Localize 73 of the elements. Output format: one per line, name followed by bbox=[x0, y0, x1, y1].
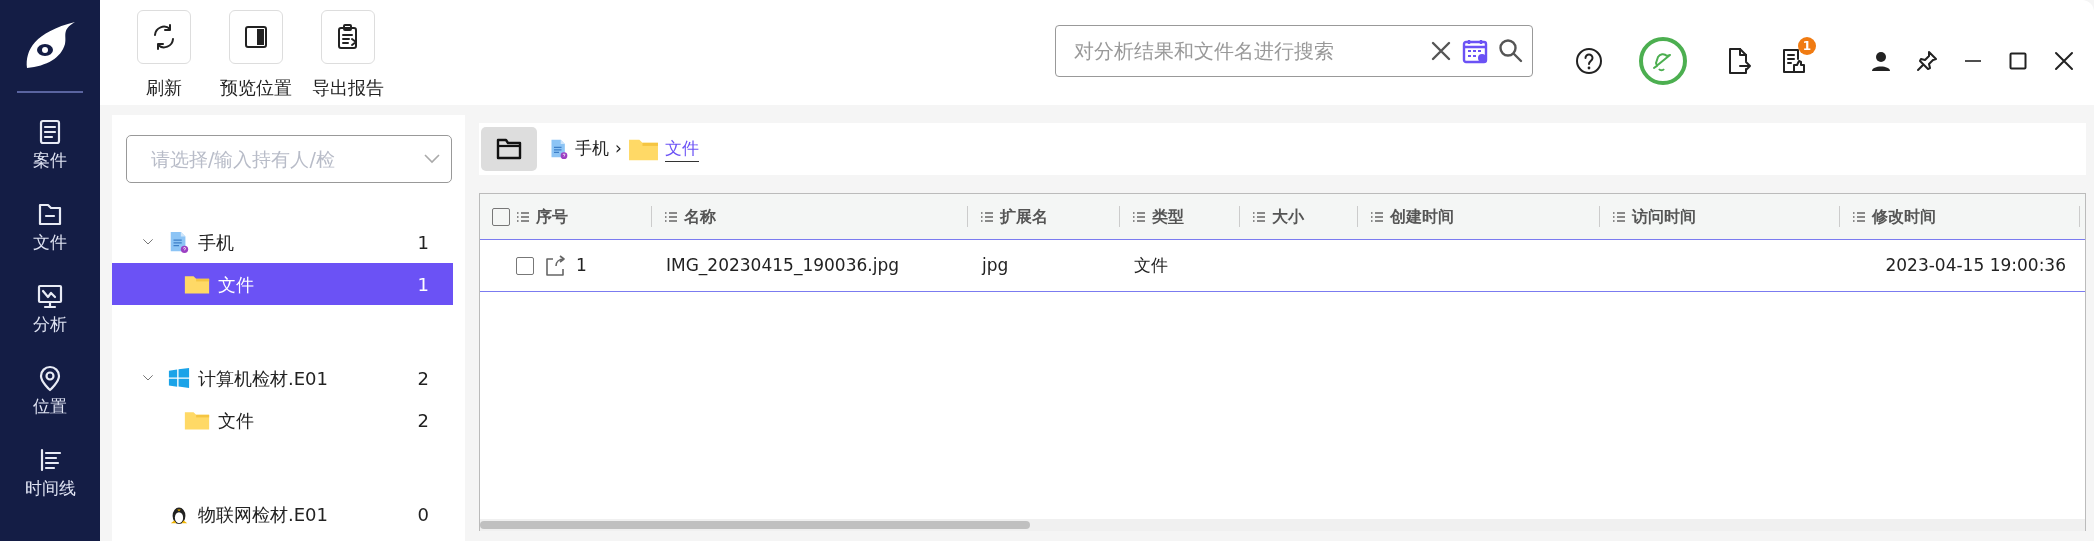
close-icon bbox=[2054, 51, 2074, 71]
list-icon bbox=[664, 210, 678, 223]
column-header[interactable]: 扩展名 bbox=[968, 194, 1120, 239]
windows-icon bbox=[168, 367, 190, 389]
export-button[interactable] bbox=[1726, 47, 1752, 75]
help-icon bbox=[1575, 47, 1603, 75]
column-header[interactable]: 修改时间 bbox=[1840, 194, 2080, 239]
column-header[interactable]: 名称 bbox=[652, 194, 968, 239]
scrollbar-thumb[interactable] bbox=[480, 521, 1030, 529]
folder-button[interactable] bbox=[481, 127, 537, 171]
table-cell-text: IMG_20230415_190036.jpg bbox=[666, 253, 899, 278]
calendar-icon[interactable] bbox=[1462, 38, 1488, 64]
breadcrumb-link[interactable]: 文件 bbox=[664, 135, 699, 163]
close-button[interactable] bbox=[2054, 51, 2074, 71]
tree-item[interactable]: 文件 2 bbox=[112, 399, 453, 441]
nav-item[interactable]: 位置 bbox=[0, 351, 100, 433]
account-button[interactable] bbox=[1870, 50, 1892, 72]
table-cell-text: jpg bbox=[982, 253, 1009, 277]
tree-item[interactable]: 计算机检材.E01 2 bbox=[112, 357, 453, 399]
column-header[interactable]: 创建时间 bbox=[1358, 194, 1600, 239]
nav-item[interactable]: 案件 bbox=[0, 105, 100, 187]
search-box[interactable]: 对分析结果和文件名进行搜索 bbox=[1055, 25, 1533, 77]
count-badge: 1 bbox=[1798, 37, 1816, 55]
list-icon bbox=[1252, 210, 1266, 223]
chevron-down-icon bbox=[423, 153, 441, 165]
file-export-icon bbox=[1726, 47, 1752, 75]
nav-item[interactable]: 分析 bbox=[0, 269, 100, 351]
list-icon bbox=[1132, 210, 1146, 223]
table-cell-text: 2023-04-15 19:00:36 bbox=[1885, 253, 2066, 277]
list-icon bbox=[516, 210, 530, 223]
tree-item[interactable]: 手机 1 bbox=[112, 221, 453, 263]
maximize-button[interactable] bbox=[2008, 51, 2028, 71]
list-icon bbox=[1852, 210, 1866, 223]
minimize-button[interactable] bbox=[1964, 60, 1982, 62]
select-all-checkbox[interactable] bbox=[492, 207, 510, 226]
column-header[interactable]: 访问时间 bbox=[1600, 194, 1840, 239]
breadcrumb-separator: › bbox=[615, 137, 622, 161]
maximize-icon bbox=[2008, 51, 2028, 71]
column-header[interactable]: 大小 bbox=[1240, 194, 1358, 239]
nav-item[interactable]: 时间线 bbox=[0, 433, 100, 515]
help-button[interactable] bbox=[1575, 47, 1603, 75]
nav-item[interactable]: 文件 bbox=[0, 187, 100, 269]
pin-icon bbox=[1916, 50, 1938, 72]
share-icon[interactable] bbox=[544, 254, 566, 277]
column-header[interactable]: 序号 bbox=[480, 194, 652, 239]
list-icon bbox=[1612, 210, 1626, 223]
toolbar-button[interactable]: 刷新 bbox=[120, 0, 208, 101]
clear-icon[interactable] bbox=[1430, 40, 1452, 62]
pin-button[interactable] bbox=[1916, 50, 1938, 72]
folder-icon bbox=[184, 273, 210, 295]
user-icon bbox=[1870, 50, 1892, 72]
file-icon bbox=[549, 139, 569, 159]
breadcrumb-link[interactable]: 手机 bbox=[575, 136, 609, 162]
list-icon bbox=[980, 210, 994, 223]
panel-icon bbox=[242, 23, 270, 51]
evidence-dropdown[interactable]: 请选择/输入持有人/检 bbox=[126, 135, 452, 183]
folder-icon bbox=[184, 409, 210, 431]
row-checkbox[interactable] bbox=[516, 256, 534, 275]
tree-item[interactable]: 文件 1 bbox=[112, 263, 453, 305]
table-cell-text: 文件 bbox=[1134, 253, 1168, 277]
search-icon[interactable] bbox=[1498, 38, 1524, 64]
list-icon bbox=[1370, 210, 1384, 223]
table-cell-text: 1 bbox=[576, 253, 587, 277]
minimize-icon bbox=[1964, 60, 1982, 62]
evidence-select[interactable]: 请选择/输入持有人/检 bbox=[149, 143, 423, 175]
file-icon bbox=[168, 231, 190, 253]
folder-icon bbox=[496, 138, 522, 160]
monitor-chart-icon bbox=[36, 282, 64, 311]
column-header[interactable]: 类型 bbox=[1120, 194, 1240, 239]
tree-item[interactable]: 物联网检材.E01 0 bbox=[112, 493, 453, 535]
toolbar-button[interactable]: 预览位置 bbox=[212, 0, 300, 101]
toolbar-button[interactable]: 导出报告 bbox=[304, 0, 392, 101]
report-icon bbox=[1780, 47, 1806, 75]
